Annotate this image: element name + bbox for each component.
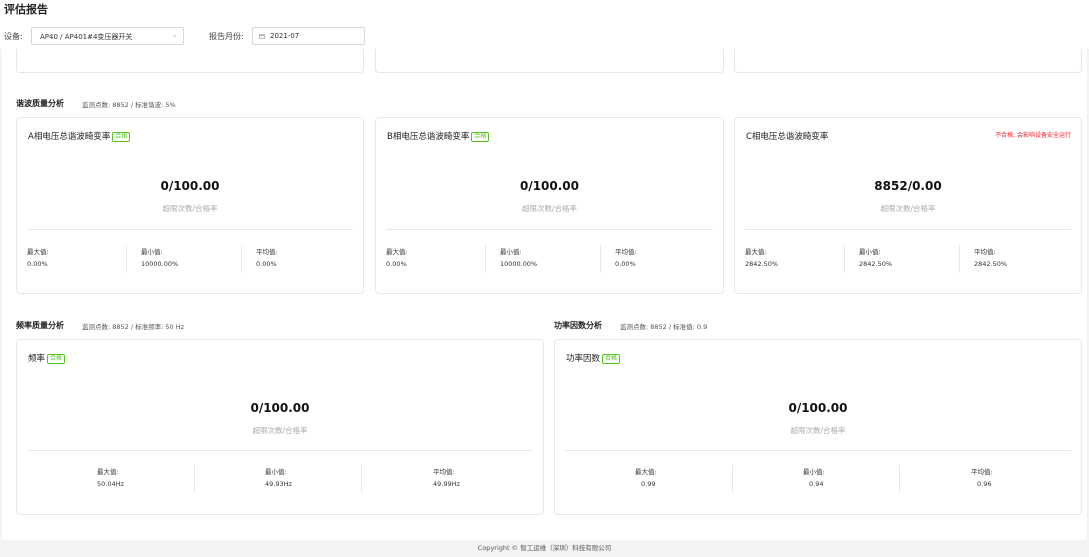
power-factor-card: 功率因数 合格 0/100.00 超限次数/合格率 最大值: 0.99 最小值: … <box>554 339 1082 515</box>
card-title: 功率因数 合格 <box>566 352 621 364</box>
divider <box>745 229 1071 230</box>
max-label: 最大值: <box>97 468 119 476</box>
divider <box>565 450 1071 451</box>
avg-value: 0.00% <box>615 260 636 268</box>
month-picker-value: 2021-07 <box>270 32 300 40</box>
avg-value: 2842.50% <box>974 260 1008 268</box>
max-value: 50.04Hz <box>97 480 124 488</box>
avg-value: 0.00% <box>256 260 277 268</box>
harmonic-card-a: A相电压总谐波畸变率 合格 0/100.00 超限次数/合格率 最大值: 0.00… <box>16 117 364 294</box>
avg-label: 平均值: <box>256 248 278 256</box>
stat-separator <box>899 465 900 493</box>
stat-separator <box>600 245 601 273</box>
min-value: 2842.50% <box>859 260 893 268</box>
exceed-rate-value: 0/100.00 <box>160 179 220 193</box>
harmonic-section-meta: 监测点数: 8852 / 标准谐波: 5% <box>82 101 176 109</box>
card-title: C相电压总谐波畸变率 <box>746 132 829 142</box>
pass-badge: 合格 <box>602 354 621 364</box>
min-label: 最小值: <box>859 248 881 256</box>
max-value: 0.00% <box>386 260 407 268</box>
device-select-value: AP40 / AP401#4变压器开关 <box>40 33 133 41</box>
stat-separator <box>361 465 362 493</box>
pass-badge: 合格 <box>112 132 131 142</box>
max-value: 0.99 <box>641 480 656 488</box>
exceed-rate-value: 0/100.00 <box>250 401 310 415</box>
page-header: 评估报告 设备: AP40 / AP401#4变压器开关 ⌄ 报告月份: 202… <box>0 0 1089 49</box>
avg-label: 平均值: <box>433 468 455 476</box>
avg-label: 平均值: <box>971 468 993 476</box>
card-title: A相电压总谐波畸变率 合格 <box>28 130 131 142</box>
device-label: 设备: <box>4 32 23 41</box>
frequency-section-meta: 监测点数: 8852 / 标准频率: 50 Hz <box>82 323 185 331</box>
frequency-card: 频率 合格 0/100.00 超限次数/合格率 最大值: 50.04Hz 最小值:… <box>16 339 544 515</box>
stat-separator <box>732 465 733 493</box>
max-label: 最大值: <box>635 468 657 476</box>
stat-separator <box>959 245 960 273</box>
pass-badge: 合格 <box>471 132 490 142</box>
power-factor-section-meta: 监测点数: 8852 / 标准值: 0.9 <box>620 323 708 331</box>
exceed-rate-value: 8852/0.00 <box>874 179 942 193</box>
exceed-rate-label: 超限次数/合格率 <box>521 204 578 213</box>
divider <box>27 229 353 230</box>
card-stub <box>734 49 1082 73</box>
min-label: 最小值: <box>265 468 287 476</box>
min-label: 最小值: <box>803 468 825 476</box>
divider <box>386 229 713 230</box>
avg-value: 0.96 <box>977 480 992 488</box>
stat-separator <box>241 245 242 273</box>
card-title: 频率 合格 <box>28 352 66 364</box>
card-stub <box>16 49 364 73</box>
harmonic-card-c: C相电压总谐波畸变率 不合格, 会影响设备安全运行 8852/0.00 超限次数… <box>734 117 1082 294</box>
month-label: 报告月份: <box>209 32 244 41</box>
stat-separator <box>844 245 845 273</box>
chevron-down-icon: ⌄ <box>172 31 178 39</box>
min-label: 最小值: <box>500 248 522 256</box>
calendar-icon <box>259 34 265 39</box>
exceed-rate-label: 超限次数/合格率 <box>162 204 218 213</box>
max-label: 最大值: <box>27 248 49 256</box>
stat-separator <box>194 465 195 493</box>
power-factor-section-title: 功率因数分析 <box>554 321 602 330</box>
exceed-rate-label: 超限次数/合格率 <box>790 426 846 435</box>
footer-copyright: Copyright © 智工运维（深圳）科技有限公司 <box>477 544 612 552</box>
avg-value: 49.99Hz <box>433 480 460 488</box>
min-label: 最小值: <box>141 248 163 256</box>
stat-separator <box>485 245 486 273</box>
page-title: 评估报告 <box>4 3 48 16</box>
card-stub <box>375 49 724 73</box>
max-value: 0.00% <box>27 260 48 268</box>
min-value: 10000.00% <box>500 260 538 268</box>
exceed-rate-label: 超限次数/合格率 <box>880 204 936 213</box>
divider <box>27 450 533 451</box>
min-value: 0.94 <box>809 480 824 488</box>
harmonic-card-b: B相电压总谐波畸变率 合格 0/100.00 超限次数/合格率 最大值: 0.00… <box>375 117 724 294</box>
month-picker[interactable]: 2021-07 <box>252 27 365 45</box>
stat-separator <box>126 245 127 273</box>
frequency-section-title: 频率质量分析 <box>16 321 64 330</box>
exceed-rate-value: 0/100.00 <box>788 401 848 415</box>
min-value: 49.93Hz <box>265 480 292 488</box>
min-value: 10000.00% <box>141 260 179 268</box>
avg-label: 平均值: <box>615 248 637 256</box>
card-title: B相电压总谐波畸变率 合格 <box>387 130 490 142</box>
pass-badge: 合格 <box>47 354 66 364</box>
exceed-rate-label: 超限次数/合格率 <box>252 426 308 435</box>
harmonic-section-title: 谐波质量分析 <box>16 99 64 108</box>
exceed-rate-value: 0/100.00 <box>519 179 580 193</box>
avg-label: 平均值: <box>974 248 996 256</box>
max-value: 2842.50% <box>745 260 779 268</box>
max-label: 最大值: <box>745 248 767 256</box>
max-label: 最大值: <box>386 248 408 256</box>
fail-warning: 不合格, 会影响设备安全运行 <box>995 132 1071 139</box>
device-select[interactable]: AP40 / AP401#4变压器开关 ⌄ <box>31 27 184 45</box>
